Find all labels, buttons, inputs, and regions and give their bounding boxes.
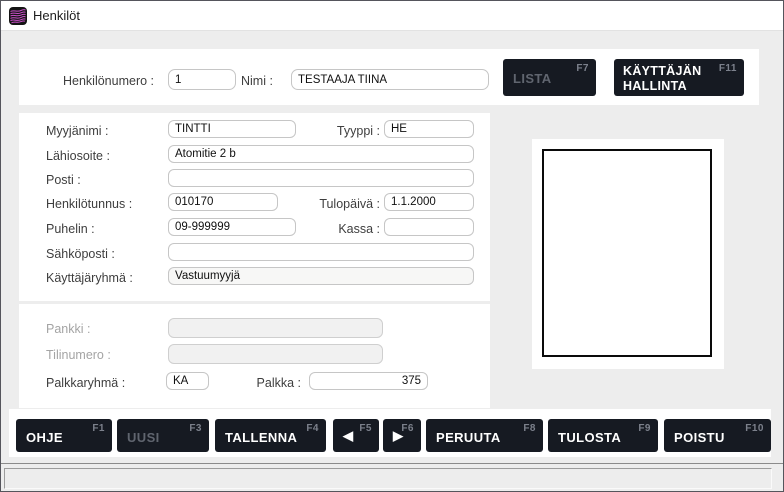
pankki-input xyxy=(168,318,383,338)
henkilonumero-input[interactable] xyxy=(168,69,236,90)
tulosta-fkey: F9 xyxy=(638,423,651,434)
henkilonumero-label: Henkilönumero : xyxy=(63,72,154,90)
kayttajan-hallinta-fkey: F11 xyxy=(719,63,737,74)
peruuta-button[interactable]: PERUUTA F8 xyxy=(426,419,543,452)
uusi-button-label: UUSI xyxy=(127,430,160,445)
tulopaiva-label: Tulopäivä : xyxy=(299,195,380,213)
kassa-input[interactable] xyxy=(384,218,474,236)
nimi-input[interactable] xyxy=(291,69,489,90)
puhelin-label: Puhelin : xyxy=(46,220,95,238)
puhelin-input[interactable] xyxy=(168,218,296,236)
tilinumero-label: Tilinumero : xyxy=(46,346,111,364)
status-inset xyxy=(4,468,772,489)
palkka-input[interactable] xyxy=(309,372,428,390)
myyjanimi-label: Myyjänimi : xyxy=(46,122,109,140)
kayttajaryhma-input[interactable] xyxy=(168,267,474,285)
posti-input[interactable] xyxy=(168,169,474,187)
myyjanimi-input[interactable] xyxy=(168,120,296,138)
tyyppi-input[interactable] xyxy=(384,120,474,138)
sahkoposti-input[interactable] xyxy=(168,243,474,261)
tallenna-fkey: F4 xyxy=(306,423,319,434)
photo-placeholder xyxy=(542,149,712,357)
app-window: Henkilöt Henkilönumero : Nimi : LISTA F7… xyxy=(0,0,784,492)
titlebar: Henkilöt xyxy=(1,1,783,31)
tulosta-button[interactable]: TULOSTA F9 xyxy=(548,419,658,452)
sahkoposti-label: Sähköposti : xyxy=(46,245,115,263)
salary-panel: Pankki : Tilinumero : Palkkaryhmä : Palk… xyxy=(19,304,490,408)
tulosta-button-label: TULOSTA xyxy=(558,430,621,445)
lista-button-label: LISTA xyxy=(513,71,552,86)
lista-button[interactable]: LISTA F7 xyxy=(503,59,596,96)
uusi-fkey: F3 xyxy=(189,423,202,434)
footer-button-bar: OHJE F1 UUSI F3 TALLENNA F4 ◀ F5 ▶ F6 PE… xyxy=(9,409,771,457)
kayttajan-hallinta-label: KÄYTTÄJÄN HALLINTA xyxy=(623,64,701,94)
palkkaryhma-label: Palkkaryhmä : xyxy=(46,374,125,392)
tulopaiva-input[interactable] xyxy=(384,193,474,211)
poistu-button-label: POISTU xyxy=(674,430,725,445)
next-fkey: F6 xyxy=(401,423,414,434)
henkilotunnus-input[interactable] xyxy=(168,193,278,211)
peruuta-fkey: F8 xyxy=(523,423,536,434)
ohje-button[interactable]: OHJE F1 xyxy=(16,419,112,452)
pankki-label: Pankki : xyxy=(46,320,90,338)
lahiosoite-input[interactable] xyxy=(168,145,474,163)
tyyppi-label: Tyyppi : xyxy=(299,122,380,140)
tallenna-button-label: TALLENNA xyxy=(225,430,297,445)
app-icon xyxy=(9,7,27,25)
henkilotunnus-label: Henkilötunnus : xyxy=(46,195,132,213)
posti-label: Posti : xyxy=(46,171,81,189)
uusi-button[interactable]: UUSI F3 xyxy=(117,419,209,452)
nimi-label: Nimi : xyxy=(241,72,273,90)
photo-panel xyxy=(532,139,724,369)
kayttajan-hallinta-button[interactable]: KÄYTTÄJÄN HALLINTA F11 xyxy=(614,59,744,96)
person-form-panel: Myyjänimi : Tyyppi : Lähiosoite : Posti … xyxy=(19,113,490,301)
lahiosoite-label: Lähiosoite : xyxy=(46,147,110,165)
prev-record-button[interactable]: ◀ F5 xyxy=(333,419,379,452)
kayttajaryhma-label: Käyttäjäryhmä : xyxy=(46,269,133,287)
ohje-fkey: F1 xyxy=(92,423,105,434)
palkkaryhma-input[interactable] xyxy=(166,372,209,390)
left-triangle-icon: ◀ xyxy=(343,428,353,444)
content-area: Henkilönumero : Nimi : LISTA F7 KÄYTTÄJÄ… xyxy=(1,31,783,464)
kassa-label: Kassa : xyxy=(299,220,380,238)
next-record-button[interactable]: ▶ F6 xyxy=(383,419,421,452)
tilinumero-input xyxy=(168,344,383,364)
window-title: Henkilöt xyxy=(33,8,80,23)
prev-fkey: F5 xyxy=(359,423,372,434)
tallenna-button[interactable]: TALLENNA F4 xyxy=(215,419,326,452)
palkka-label: Palkka : xyxy=(221,374,301,392)
kayttajan-hallinta-line1: KÄYTTÄJÄN xyxy=(623,64,701,79)
header-panel: Henkilönumero : Nimi : LISTA F7 KÄYTTÄJÄ… xyxy=(19,49,759,105)
lista-fkey: F7 xyxy=(576,63,589,74)
poistu-button[interactable]: POISTU F10 xyxy=(664,419,771,452)
peruuta-button-label: PERUUTA xyxy=(436,430,501,445)
ohje-button-label: OHJE xyxy=(26,430,63,445)
status-bar xyxy=(1,463,783,491)
poistu-fkey: F10 xyxy=(745,423,764,434)
kayttajan-hallinta-line2: HALLINTA xyxy=(623,79,701,94)
